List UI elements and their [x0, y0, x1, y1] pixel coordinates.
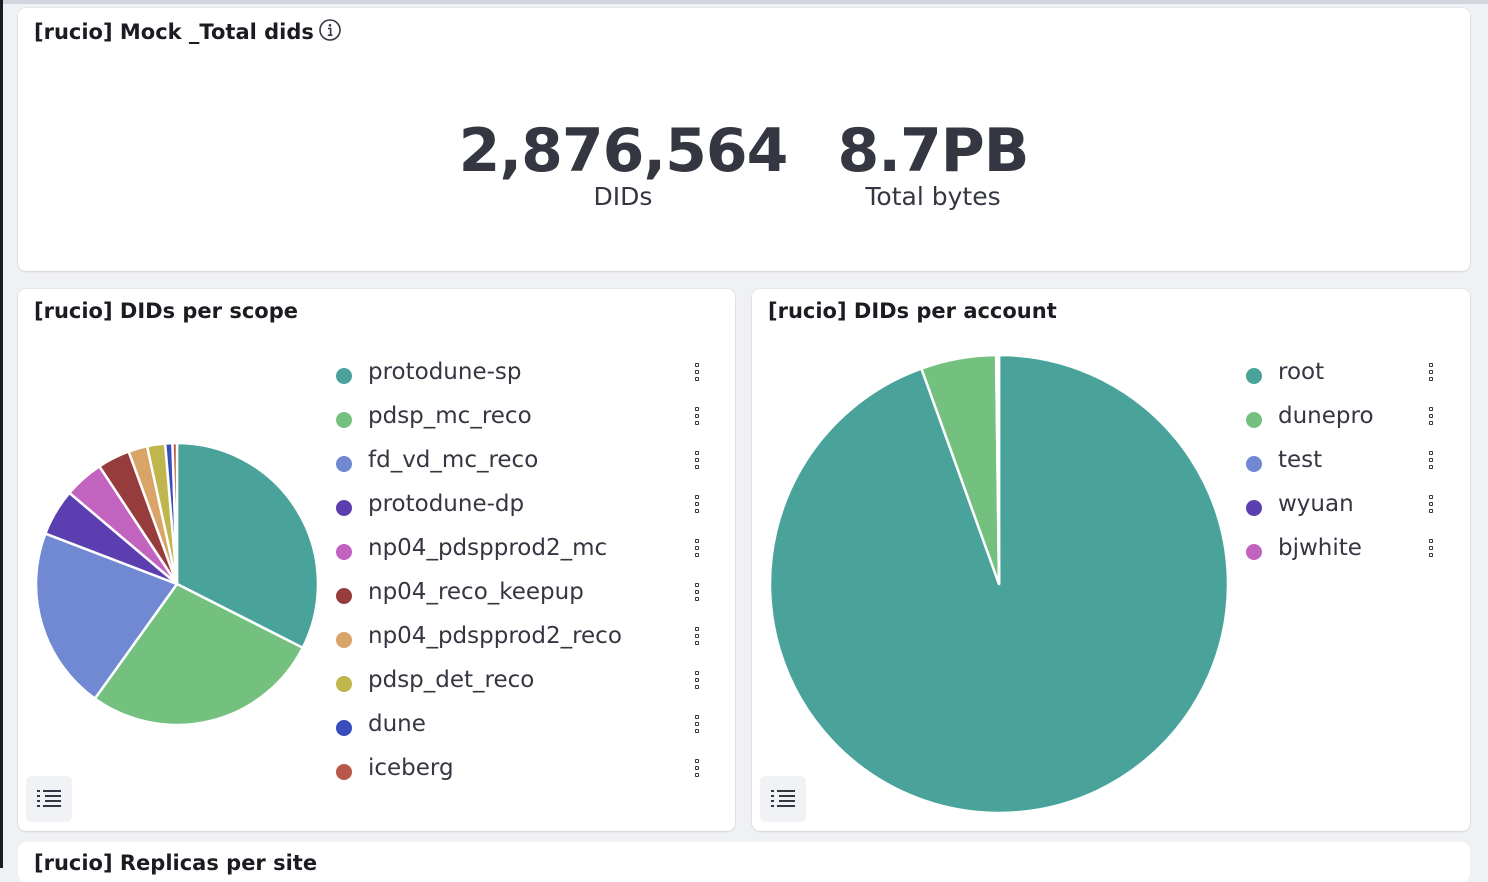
legend-color-dot [336, 412, 352, 428]
legend-label: np04_reco_keepup [368, 579, 584, 605]
kebab-menu-icon[interactable] [1429, 407, 1437, 431]
legend-color-dot [1246, 368, 1262, 384]
legend-toggle-button[interactable] [760, 776, 806, 822]
legend-item[interactable]: np04_pdspprod2_mc [336, 529, 716, 573]
kebab-menu-icon[interactable] [695, 363, 703, 387]
legend-item[interactable]: bjwhite [1246, 529, 1446, 573]
legend-label: bjwhite [1278, 535, 1362, 561]
kebab-menu-icon[interactable] [695, 407, 703, 431]
legend-label: protodune-sp [368, 359, 522, 385]
panel-dids-per-scope: [rucio] DIDs per scope protodune-sp pdsp_… [18, 289, 735, 831]
legend-color-dot [336, 588, 352, 604]
legend-item[interactable]: protodune-dp [336, 485, 716, 529]
kebab-menu-icon[interactable] [695, 451, 703, 475]
left-edge [0, 0, 3, 868]
metric-value: 2,876,564 [458, 116, 789, 186]
kebab-menu-icon[interactable] [695, 495, 703, 519]
legend-label: np04_pdspprod2_reco [368, 623, 622, 649]
legend-label: np04_pdspprod2_mc [368, 535, 608, 561]
list-icon [771, 790, 795, 807]
legend-toggle-button[interactable] [26, 776, 72, 822]
kebab-menu-icon[interactable] [1429, 363, 1437, 387]
legend-item[interactable]: np04_pdspprod2_reco [336, 617, 716, 661]
kebab-menu-icon[interactable] [695, 759, 703, 783]
legend-item[interactable]: fd_vd_mc_reco [336, 441, 716, 485]
metric-dids: 2,876,564 DIDs [458, 116, 789, 212]
kebab-menu-icon[interactable] [695, 715, 703, 739]
legend-label: test [1278, 447, 1323, 473]
legend-label: wyuan [1278, 491, 1354, 517]
info-icon[interactable] [318, 18, 342, 47]
metric-value: 8.7PB [837, 116, 1030, 186]
legend-label: iceberg [368, 755, 454, 781]
panel-total-dids: [rucio] Mock _Total dids 2,876,564 DIDs … [18, 8, 1470, 271]
legend-item[interactable]: protodune-sp [336, 353, 716, 397]
kebab-menu-icon[interactable] [695, 627, 703, 651]
panel-title: [rucio] Mock _Total dids [34, 18, 342, 47]
panel-title: [rucio] DIDs per scope [34, 299, 298, 323]
metric-label: DIDs [593, 182, 653, 211]
pie-chart-scope [34, 441, 320, 727]
kebab-menu-icon[interactable] [1429, 495, 1437, 519]
legend-item[interactable]: test [1246, 441, 1446, 485]
legend-color-dot [336, 544, 352, 560]
panel-title: [rucio] Replicas per site [34, 851, 318, 875]
legend-color-dot [1246, 544, 1262, 560]
legend-color-dot [1246, 500, 1262, 516]
legend-account: root dunepro test wyuan bjwhite [1246, 353, 1446, 573]
pie-chart-account [768, 353, 1230, 815]
metric-label: Total bytes [865, 182, 1001, 211]
list-icon [37, 790, 61, 807]
panel-title-text: [rucio] Mock _Total dids [34, 20, 314, 44]
legend-color-dot [336, 368, 352, 384]
legend-color-dot [336, 500, 352, 516]
legend-label: pdsp_mc_reco [368, 403, 532, 429]
kebab-menu-icon[interactable] [1429, 451, 1437, 475]
legend-label: root [1278, 359, 1325, 385]
legend-label: pdsp_det_reco [368, 667, 535, 693]
legend-item[interactable]: root [1246, 353, 1446, 397]
legend-color-dot [336, 456, 352, 472]
panel-dids-per-account: [rucio] DIDs per account root dunepro test… [752, 289, 1470, 831]
top-border [0, 0, 1488, 4]
legend-item[interactable]: np04_reco_keepup [336, 573, 716, 617]
kebab-menu-icon[interactable] [1429, 539, 1437, 563]
kebab-menu-icon[interactable] [695, 539, 703, 563]
legend-item[interactable]: iceberg [336, 749, 716, 793]
legend-item[interactable]: dunepro [1246, 397, 1446, 441]
legend-scope: protodune-sp pdsp_mc_reco fd_vd_mc_recopro… [336, 353, 716, 793]
legend-label: dune [368, 711, 426, 737]
panel-title: [rucio] DIDs per account [768, 299, 1057, 323]
legend-color-dot [336, 764, 352, 780]
legend-color-dot [336, 632, 352, 648]
legend-item[interactable]: wyuan [1246, 485, 1446, 529]
legend-color-dot [336, 676, 352, 692]
legend-label: fd_vd_mc_reco [368, 447, 539, 473]
legend-color-dot [1246, 456, 1262, 472]
legend-item[interactable]: pdsp_det_reco [336, 661, 716, 705]
legend-item[interactable]: dune [336, 705, 716, 749]
metric-total-bytes: 8.7PB Total bytes [818, 120, 1048, 212]
kebab-menu-icon[interactable] [695, 671, 703, 695]
legend-color-dot [336, 720, 352, 736]
legend-label: protodune-dp [368, 491, 525, 517]
legend-label: dunepro [1278, 403, 1374, 429]
kebab-menu-icon[interactable] [695, 583, 703, 607]
pie-slice-bjwhite[interactable] [997, 353, 1001, 586]
legend-item[interactable]: pdsp_mc_reco [336, 397, 716, 441]
legend-color-dot [1246, 412, 1262, 428]
